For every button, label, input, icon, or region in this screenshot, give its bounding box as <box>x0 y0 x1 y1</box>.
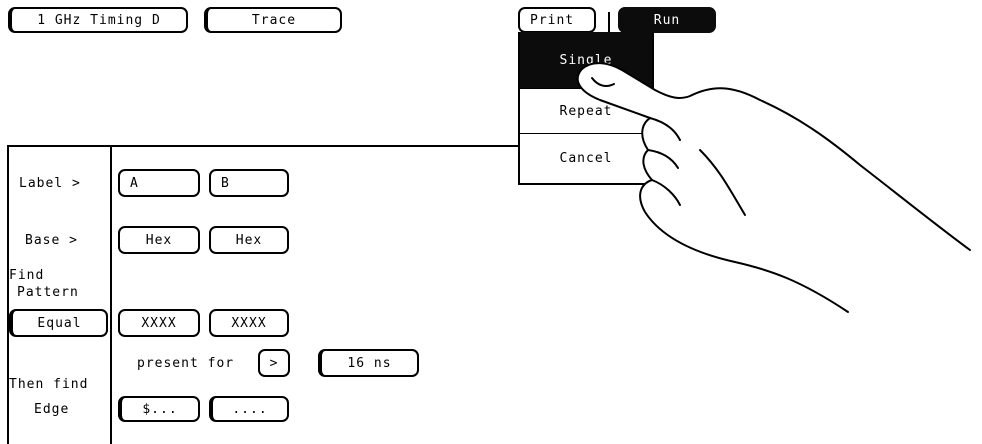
base-a-field[interactable]: Hex <box>118 226 200 254</box>
pointing-hand-illustration <box>576 62 971 313</box>
edge-b-field[interactable]: .... <box>209 396 289 422</box>
print-button[interactable]: Print <box>518 7 596 33</box>
base-row-title: Base > <box>25 233 78 248</box>
present-for-label: present for <box>137 356 235 371</box>
label-a-field[interactable]: A <box>118 169 200 197</box>
pattern-title: Pattern <box>17 285 79 300</box>
run-button[interactable]: Run <box>618 7 716 33</box>
pattern-qualifier-button[interactable]: Equal <box>9 309 108 337</box>
pattern-a-field[interactable]: XXXX <box>118 309 200 337</box>
base-b-field[interactable]: Hex <box>209 226 289 254</box>
label-b-field[interactable]: B <box>209 169 289 197</box>
trace-mode-button[interactable]: Trace <box>204 7 342 33</box>
edge-label: Edge <box>34 402 70 417</box>
label-row-title: Label > <box>19 176 81 191</box>
toolbar-divider <box>608 12 610 32</box>
then-find-label: Then find <box>9 377 89 392</box>
analyzer-menu-button[interactable]: 1 GHz Timing D <box>8 7 188 33</box>
pattern-b-field[interactable]: XXXX <box>209 309 289 337</box>
find-title: Find <box>9 268 45 283</box>
duration-operator-button[interactable]: > <box>258 349 290 377</box>
duration-value-field[interactable]: 16 ns <box>318 349 419 377</box>
edge-a-field[interactable]: $... <box>118 396 200 422</box>
panel-top-border <box>7 145 519 147</box>
panel-left-border <box>7 145 9 444</box>
panel-column-divider <box>110 145 112 444</box>
